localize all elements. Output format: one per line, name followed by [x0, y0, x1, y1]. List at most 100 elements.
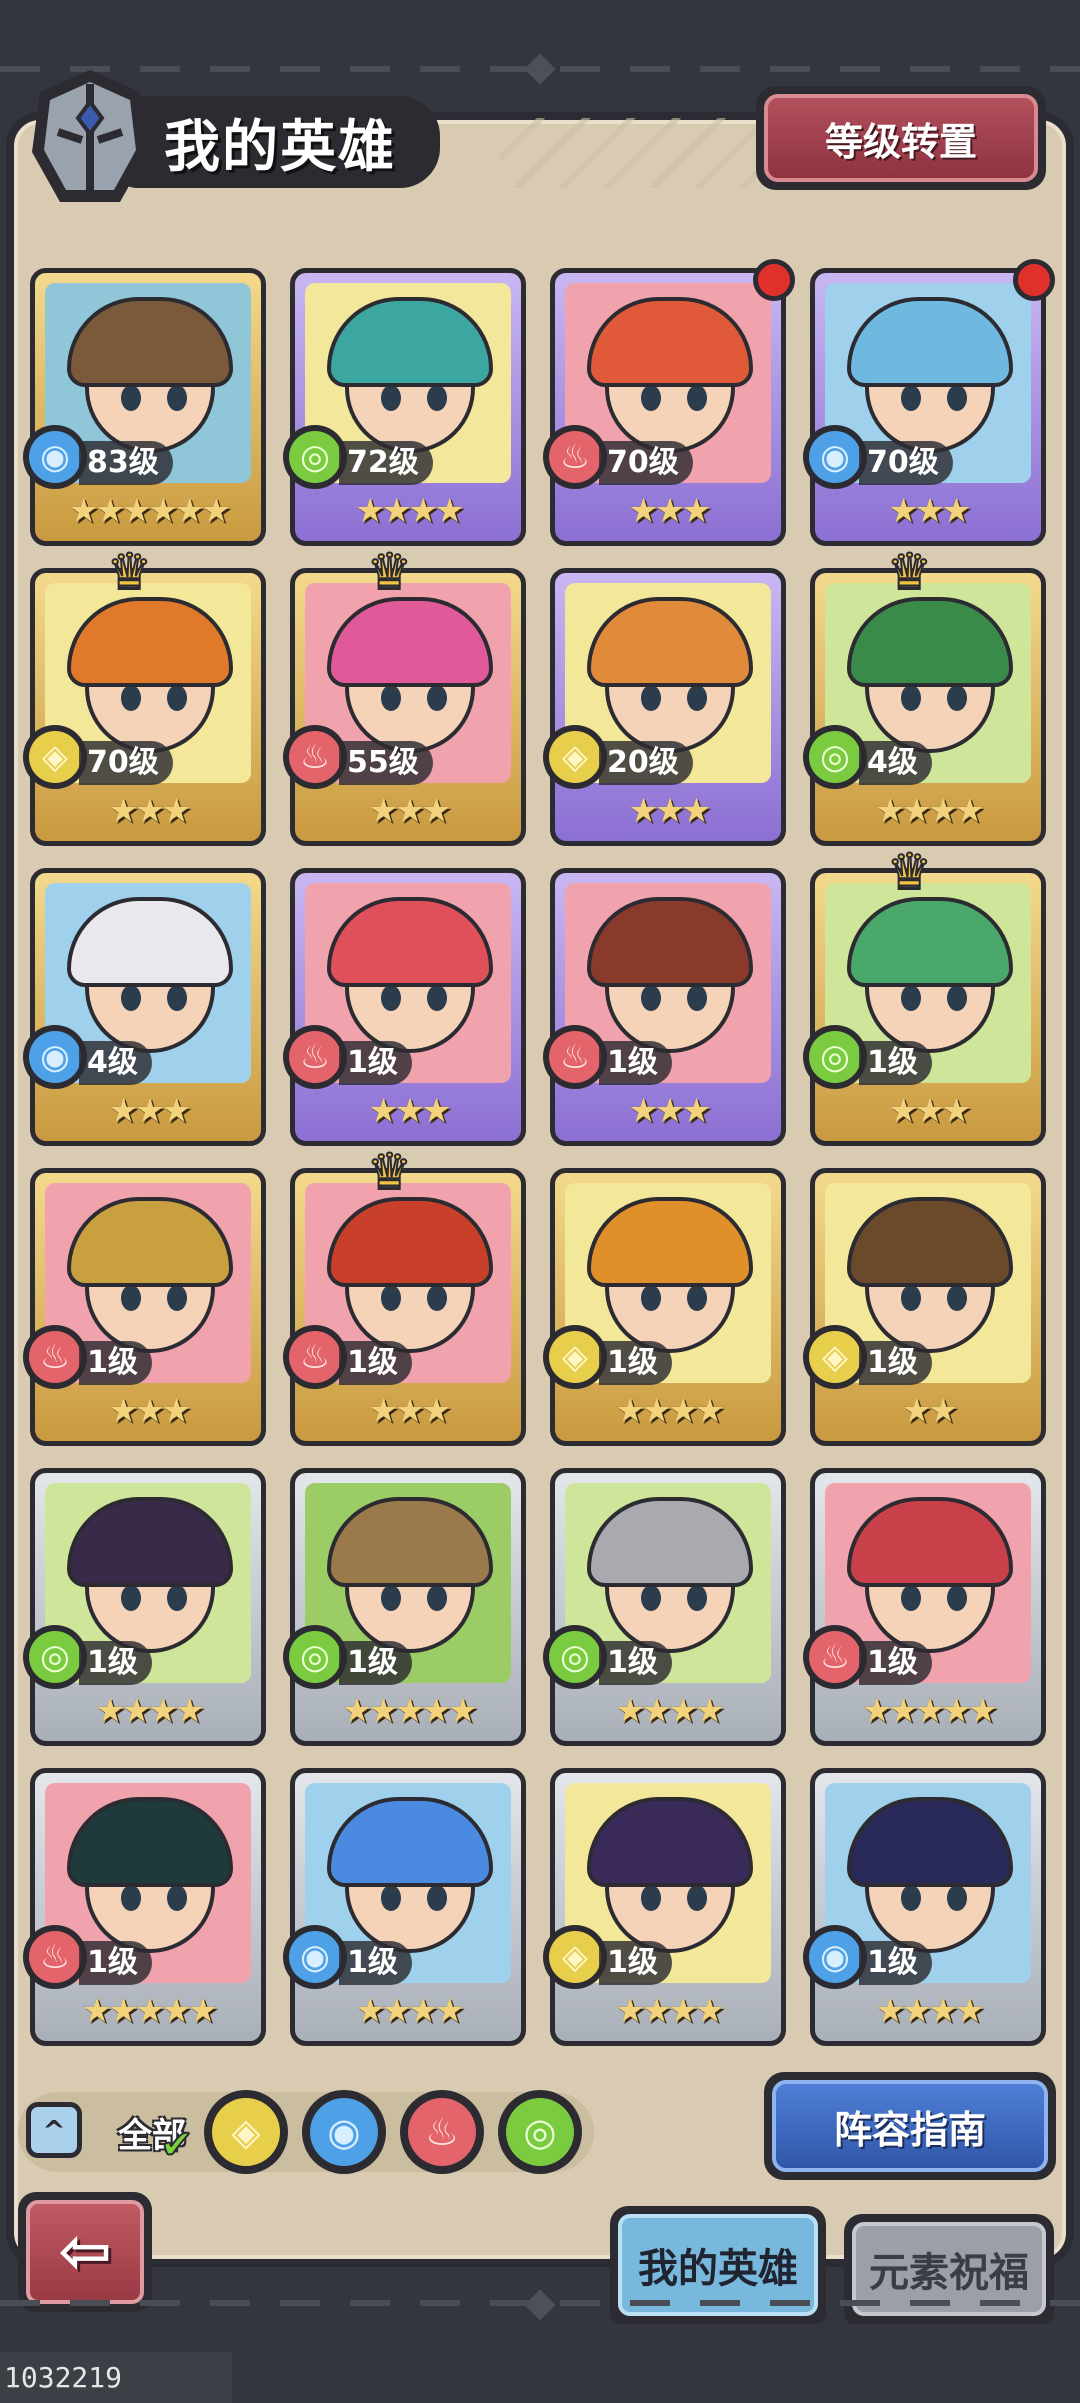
- footer-id-text: 1032219 17243a: [0, 2352, 232, 2403]
- hero-star-rating: ★★★★: [355, 491, 465, 531]
- hero-level: 1级: [599, 1341, 672, 1385]
- collapse-filter-button[interactable]: ^: [26, 2102, 82, 2158]
- hero-card[interactable]: ♨ 1级 ★★★★★: [803, 1468, 1046, 1746]
- hero-star-rating: ★★★: [368, 791, 451, 831]
- hero-hair: [587, 297, 753, 387]
- hero-star-rating: ★★★★★: [81, 1991, 218, 2031]
- lineup-guide-button[interactable]: 阵容指南: [764, 2072, 1056, 2180]
- hero-star-rating: ★★★: [888, 1091, 971, 1131]
- eye-icon: [427, 1285, 447, 1311]
- page-title: 我的英雄: [164, 114, 396, 180]
- hero-card[interactable]: ◉ 70级 ★★★: [803, 259, 1055, 546]
- wind-element-icon: ◎: [803, 725, 867, 789]
- hero-card[interactable]: ◎ 1级 ★★★ ♛: [803, 842, 1046, 1146]
- notification-dot-icon: [753, 259, 795, 301]
- eye-icon: [687, 385, 707, 411]
- hero-card[interactable]: ◉ 83级 ★★★★★★: [23, 268, 266, 546]
- level-reset-button[interactable]: 等级转置: [756, 86, 1046, 190]
- hero-card[interactable]: ◎ 1级 ★★★★: [23, 1468, 266, 1746]
- fire-element-icon: ♨: [543, 425, 607, 489]
- eye-icon: [381, 385, 401, 411]
- filter-water-button[interactable]: ◉: [302, 2090, 386, 2174]
- hero-card[interactable]: ♨ 1级 ★★★★★: [23, 1768, 266, 2046]
- eye-icon: [687, 1585, 707, 1611]
- eye-icon: [947, 1285, 967, 1311]
- hero-star-rating: ★★: [901, 1391, 959, 1431]
- crown-icon: ♛: [106, 542, 153, 602]
- hero-level: 1级: [79, 1341, 152, 1385]
- hero-level: 1级: [79, 1941, 152, 1985]
- hero-card[interactable]: ♨ 1级 ★★★: [543, 868, 786, 1146]
- fire-element-icon: ♨: [408, 2098, 476, 2166]
- hero-star-rating: ★★★: [628, 791, 711, 831]
- hero-card[interactable]: ◎ 4级 ★★★★ ♛: [803, 542, 1046, 846]
- hero-card[interactable]: ♨ 55级 ★★★ ♛: [283, 542, 526, 846]
- tab-my-heroes[interactable]: 我的英雄: [610, 2206, 826, 2324]
- eye-icon: [687, 1885, 707, 1911]
- hero-level: 83级: [79, 441, 173, 485]
- eye-icon: [947, 385, 967, 411]
- eye-icon: [427, 1585, 447, 1611]
- hero-star-rating: ★★★★: [875, 1991, 985, 2031]
- earth-element-icon: ◈: [543, 1925, 607, 1989]
- hero-star-rating: ★★★: [628, 491, 711, 531]
- hero-card[interactable]: ◎ 1级 ★★★★★: [283, 1468, 526, 1746]
- hero-card[interactable]: ◎ 72级 ★★★★: [283, 268, 526, 546]
- hero-star-rating: ★★★: [108, 1391, 191, 1431]
- back-button[interactable]: ⇦: [18, 2192, 152, 2312]
- hero-card[interactable]: ♨ 1级 ★★★ ♛: [283, 1142, 526, 1446]
- eye-icon: [427, 385, 447, 411]
- title-plate: 我的英雄: [120, 96, 440, 188]
- hero-card[interactable]: ◉ 4级 ★★★: [23, 868, 266, 1146]
- tab-element-blessing[interactable]: 元素祝福: [844, 2214, 1054, 2324]
- hero-card[interactable]: ◉ 1级 ★★★★: [283, 1768, 526, 2046]
- fire-element-icon: ♨: [283, 1025, 347, 1089]
- eye-icon: [947, 685, 967, 711]
- eye-icon: [947, 985, 967, 1011]
- hero-card[interactable]: ◉ 1级 ★★★★: [803, 1768, 1046, 2046]
- hero-card[interactable]: ♨ 1级 ★★★: [23, 1168, 266, 1446]
- hero-level: 70级: [79, 741, 173, 785]
- eye-icon: [687, 985, 707, 1011]
- filter-fire-button[interactable]: ♨: [400, 2090, 484, 2174]
- hero-card[interactable]: ◈ 70级 ★★★ ♛: [23, 542, 266, 846]
- hero-hair: [327, 1797, 493, 1887]
- fire-element-icon: ♨: [283, 1325, 347, 1389]
- lineup-guide-label: 阵容指南: [772, 2080, 1048, 2172]
- eye-icon: [901, 1885, 921, 1911]
- hero-card[interactable]: ◈ 1级 ★★★★: [543, 1168, 786, 1446]
- hero-hair: [327, 1497, 493, 1587]
- eye-icon: [167, 1285, 187, 1311]
- hero-card[interactable]: ◈ 20级 ★★★: [543, 568, 786, 846]
- wind-element-icon: ◎: [506, 2098, 574, 2166]
- filter-earth-button[interactable]: ◈: [204, 2090, 288, 2174]
- hero-card[interactable]: ◈ 1级 ★★★★: [543, 1768, 786, 2046]
- hero-card[interactable]: ♨ 70级 ★★★: [543, 259, 795, 546]
- wind-element-icon: ◎: [803, 1025, 867, 1089]
- eye-icon: [381, 985, 401, 1011]
- wind-element-icon: ◎: [283, 425, 347, 489]
- eye-icon: [427, 985, 447, 1011]
- eye-icon: [947, 1585, 967, 1611]
- filter-wind-button[interactable]: ◎: [498, 2090, 582, 2174]
- hero-star-rating: ★★★: [108, 791, 191, 831]
- eye-icon: [121, 685, 141, 711]
- hero-hair: [587, 597, 753, 687]
- hero-star-rating: ★★★★★: [861, 1691, 998, 1731]
- eye-icon: [381, 1885, 401, 1911]
- eye-icon: [901, 1585, 921, 1611]
- earth-element-icon: ◈: [803, 1325, 867, 1389]
- eye-icon: [901, 685, 921, 711]
- wind-element-icon: ◎: [543, 1625, 607, 1689]
- water-element-icon: ◉: [23, 1025, 87, 1089]
- earth-element-icon: ◈: [543, 1325, 607, 1389]
- hero-card[interactable]: ◈ 1级 ★★: [803, 1168, 1046, 1446]
- hero-hair: [327, 897, 493, 987]
- hero-star-rating: ★★★★: [615, 1391, 725, 1431]
- eye-icon: [687, 1285, 707, 1311]
- hero-star-rating: ★★★: [108, 1091, 191, 1131]
- hero-card[interactable]: ♨ 1级 ★★★: [283, 868, 526, 1146]
- hero-star-rating: ★★★★: [615, 1691, 725, 1731]
- eye-icon: [641, 1585, 661, 1611]
- hero-card[interactable]: ◎ 1级 ★★★★: [543, 1468, 786, 1746]
